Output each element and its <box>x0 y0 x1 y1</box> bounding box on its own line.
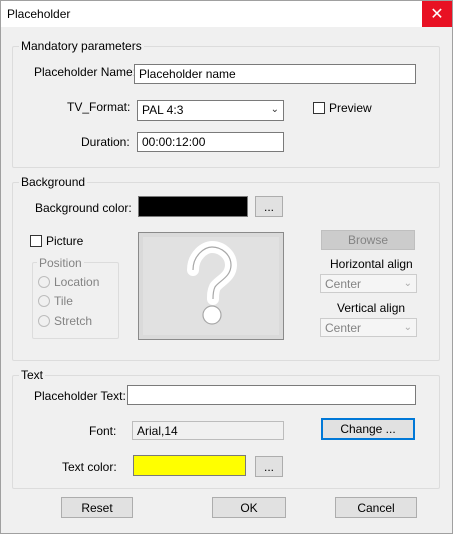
placeholder-name-field[interactable]: Placeholder name <box>134 64 416 84</box>
background-group-label: Background <box>19 175 88 189</box>
tile-label: Tile <box>54 294 73 308</box>
stretch-label: Stretch <box>54 314 93 328</box>
close-button[interactable]: ✕ <box>422 1 452 27</box>
text-color-button[interactable]: ... <box>255 456 283 477</box>
tv-format-label: TV_Format: <box>67 100 131 114</box>
mandatory-parameters-label: Mandatory parameters <box>19 39 144 53</box>
duration-field[interactable]: 00:00:12:00 <box>137 132 284 152</box>
background-color-button[interactable]: ... <box>255 196 283 217</box>
background-color-label: Background color: <box>35 201 132 215</box>
placeholder-text-label: Placeholder Text: <box>34 389 126 403</box>
picture-preview <box>138 232 284 340</box>
vertical-align-select[interactable]: Center ⌄ <box>320 318 417 337</box>
tv-format-value: PAL 4:3 <box>142 103 184 117</box>
vertical-align-value: Center <box>325 321 362 335</box>
preview-checkbox[interactable] <box>313 102 325 114</box>
radio-tile[interactable] <box>38 295 50 307</box>
change-font-button[interactable]: Change ... <box>321 418 415 440</box>
chevron-down-icon: ⌄ <box>270 104 279 115</box>
ok-button[interactable]: OK <box>212 497 286 518</box>
picture-checkbox[interactable] <box>30 235 42 247</box>
close-icon: ✕ <box>430 6 444 23</box>
font-field: Arial,14 <box>132 421 284 440</box>
radio-location[interactable] <box>38 276 50 288</box>
font-label: Font: <box>89 424 117 438</box>
browse-button[interactable]: Browse <box>321 230 415 250</box>
chevron-down-icon: ⌄ <box>403 322 412 333</box>
duration-label: Duration: <box>81 135 130 149</box>
placeholder-name-label: Placeholder Name: <box>34 65 137 79</box>
reset-button[interactable]: Reset <box>61 497 133 518</box>
preview-label: Preview <box>329 101 372 115</box>
radio-stretch[interactable] <box>38 315 50 327</box>
placeholder-dialog: Placeholder ✕ Mandatory parameters Place… <box>0 0 453 534</box>
picture-label: Picture <box>46 234 84 248</box>
chevron-down-icon: ⌄ <box>403 278 412 289</box>
text-color-swatch <box>133 455 246 476</box>
title-bar: Placeholder ✕ <box>1 1 452 27</box>
horizontal-align-value: Center <box>325 277 362 291</box>
horizontal-align-select[interactable]: Center ⌄ <box>320 274 417 293</box>
horizontal-align-label: Horizontal align <box>330 257 413 271</box>
cancel-button[interactable]: Cancel <box>335 497 417 518</box>
position-group-label: Position <box>37 256 84 270</box>
background-color-swatch <box>138 196 248 217</box>
vertical-align-label: Vertical align <box>337 301 406 315</box>
text-group-label: Text <box>19 368 46 382</box>
tv-format-select[interactable]: PAL 4:3 ⌄ <box>137 100 284 121</box>
window-title: Placeholder <box>7 7 71 21</box>
question-mark-icon <box>143 237 279 335</box>
location-label: Location <box>54 275 100 289</box>
text-color-label: Text color: <box>62 460 117 474</box>
placeholder-text-field[interactable] <box>127 385 416 405</box>
